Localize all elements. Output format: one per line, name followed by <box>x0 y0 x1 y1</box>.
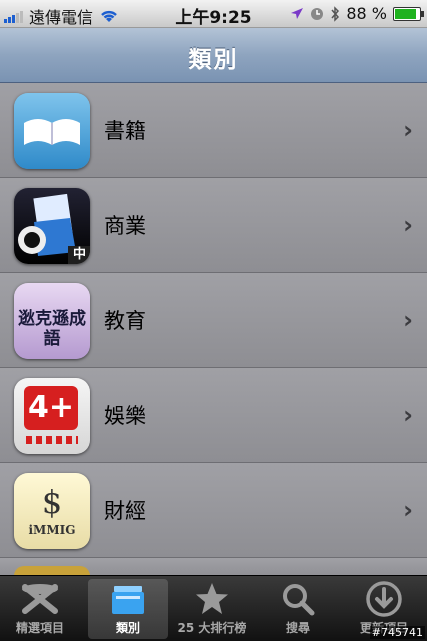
tab-search[interactable]: 搜尋 <box>258 579 338 639</box>
battery-percent: 88 % <box>346 4 387 23</box>
icon-badge: 中 <box>72 247 86 262</box>
bluetooth-icon <box>331 5 340 22</box>
finance-icon: $ iMMIG <box>14 473 90 549</box>
category-label: 財經 <box>104 499 146 523</box>
chevron-right-icon: › <box>403 401 413 429</box>
tab-label: 25 大排行榜 <box>177 621 247 635</box>
chevron-right-icon: › <box>403 116 413 144</box>
tab-bar: 精選項目 類別 25 大排行榜 搜尋 #745741 <box>0 575 427 641</box>
category-label: 書籍 <box>104 119 146 143</box>
category-row-partial[interactable] <box>0 558 427 575</box>
category-row-finance[interactable]: $ iMMIG 財經 › <box>0 463 427 558</box>
location-icon <box>291 7 304 19</box>
entertainment-icon: 4+ <box>14 378 90 454</box>
book-icon <box>14 93 90 169</box>
category-row-books[interactable]: 書籍 › <box>0 83 427 178</box>
tab-top25[interactable]: 25 大排行榜 <box>172 579 252 639</box>
page-title: 類別 <box>188 47 239 73</box>
category-row-business[interactable]: 中 商業 › <box>0 178 427 273</box>
download-icon <box>366 581 402 617</box>
dollar-icon: $ <box>41 483 63 521</box>
icon-text: iMMIG <box>28 523 76 537</box>
star-icon <box>196 583 228 614</box>
chevron-right-icon: › <box>403 306 413 334</box>
battery-icon <box>393 6 424 21</box>
tab-categories[interactable]: 類別 <box>88 579 168 639</box>
category-label: 商業 <box>104 214 146 238</box>
tab-label: 類別 <box>115 621 140 635</box>
status-bar: 遠傳電信 上午9:25 88 % <box>0 0 427 28</box>
tab-label: 精選項目 <box>15 621 64 635</box>
navigation-bar: 類別 <box>0 28 427 83</box>
icon-text: 逖克遜成語 <box>18 309 86 349</box>
chevron-right-icon: › <box>403 211 413 239</box>
category-label: 娛樂 <box>104 404 146 428</box>
category-row-education[interactable]: 逖克遜成語 教育 › <box>0 273 427 368</box>
category-label: 教育 <box>104 309 146 333</box>
business-icon: 中 <box>14 188 90 264</box>
categories-icon <box>112 586 144 614</box>
icon-text: 4+ <box>24 386 78 430</box>
category-row-entertainment[interactable]: 4+ 娛樂 › <box>0 368 427 463</box>
education-icon: 逖克遜成語 <box>14 283 90 359</box>
watermark-label: #745741 <box>369 626 425 639</box>
chevron-right-icon: › <box>403 496 413 524</box>
tab-label: 搜尋 <box>285 621 310 635</box>
featured-icon <box>22 584 58 614</box>
tab-featured[interactable]: 精選項目 <box>0 579 80 639</box>
category-list[interactable]: 書籍 › 中 商業 › 逖克遜成語 教育 › 4+ 娛樂 › $ iMMIG 財… <box>0 83 427 575</box>
search-icon <box>283 584 315 616</box>
clock-icon <box>311 7 324 20</box>
